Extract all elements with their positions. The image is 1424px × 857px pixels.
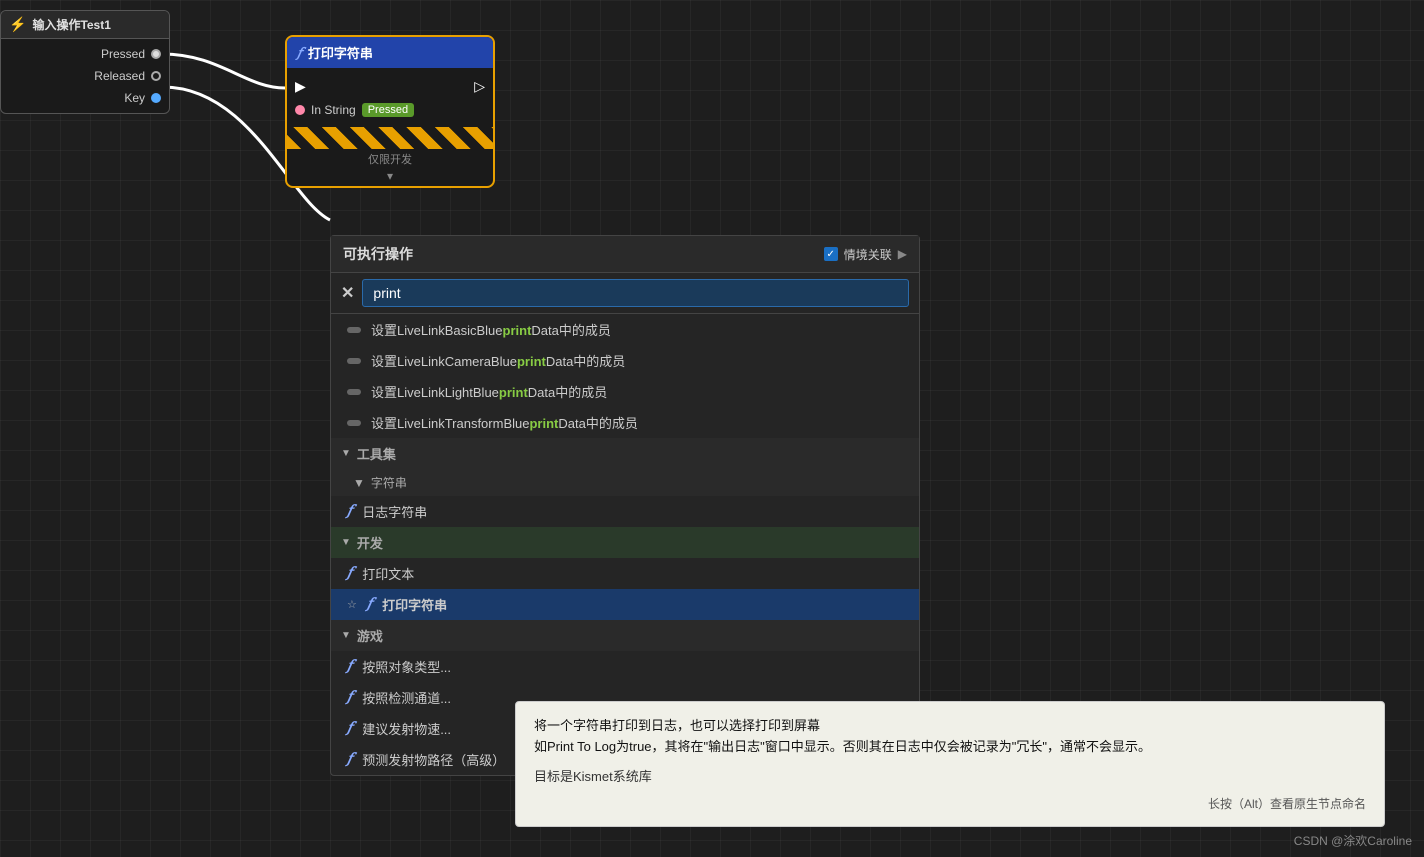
arrow-right-icon: ▶ — [898, 247, 907, 261]
released-pin-dot — [151, 71, 161, 81]
by-object-type-label: 按照对象类型... — [362, 657, 451, 676]
result-dot-icon — [347, 389, 361, 395]
tooltip-hint-text: 长按（Alt）查看原生节点命名 — [1208, 797, 1366, 811]
pressed-label: Pressed — [101, 47, 145, 61]
watermark-text: CSDN @涂欢Caroline — [1294, 834, 1412, 848]
exec-in-arrow: ▶ — [295, 78, 306, 95]
result-livelink-light[interactable]: 设置LiveLinkLightBlueprintData中的成员 — [331, 376, 919, 407]
search-panel-header: 可执行操作 ✓ 情境关联 ▶ — [331, 236, 919, 273]
input-node-body: Pressed Released Key — [1, 39, 169, 113]
in-string-row: In String Pressed — [287, 99, 493, 121]
exec-out-arrow: ▷ — [474, 78, 485, 95]
key-pin-dot — [151, 93, 161, 103]
close-button[interactable]: ✕ — [341, 283, 354, 303]
print-string-node: 𝑓 打印字符串 ▶ ▷ In String Pressed 仅限开发 ▾ — [285, 35, 495, 188]
star-icon: ☆ — [347, 598, 357, 611]
result-log-string[interactable]: 𝑓 日志字符串 — [331, 496, 919, 527]
section-game[interactable]: ▼ 游戏 — [331, 620, 919, 651]
section-dev[interactable]: ▼ 开发 — [331, 527, 919, 558]
print-text-label: 打印文本 — [362, 564, 414, 583]
context-label: 情境关联 — [844, 246, 892, 263]
result-dot-icon — [347, 327, 361, 333]
input-node-title-text: 输入操作Test1 — [32, 16, 110, 33]
tooltip-target-text: 目标是Kismet系统库 — [534, 769, 652, 784]
in-string-label: In String — [311, 103, 356, 117]
section-tools[interactable]: ▼ 工具集 — [331, 438, 919, 469]
result-dot-icon — [347, 358, 361, 364]
warning-stripe — [287, 127, 493, 149]
tooltip-hint: 长按（Alt）查看原生节点命名 — [534, 795, 1366, 812]
print-node-title: 𝑓 打印字符串 — [287, 37, 493, 68]
print-node-body: ▶ ▷ In String Pressed — [287, 68, 493, 127]
search-panel: 可执行操作 ✓ 情境关联 ▶ ✕ 设置LiveLinkBasicBlueprin… — [330, 235, 920, 776]
print-node-title-text: 打印字符串 — [308, 43, 373, 62]
log-string-label: 日志字符串 — [362, 502, 427, 521]
predict-projectile-label: 预测发射物路径（高级） — [362, 750, 505, 769]
section-tools-label: 工具集 — [357, 444, 396, 463]
result-print-string[interactable]: ☆ 𝑓 打印字符串 — [331, 589, 919, 620]
key-label: Key — [124, 91, 145, 105]
chevron-down-icon: ▾ — [287, 169, 493, 186]
warning-label: 仅限开发 — [368, 154, 412, 166]
pressed-badge: Pressed — [362, 103, 414, 117]
print-node-exec-pins: ▶ ▷ — [287, 74, 493, 99]
tooltip-target: 目标是Kismet系统库 — [534, 766, 1366, 785]
suggest-projectile-label: 建议发射物速... — [362, 719, 451, 738]
search-input[interactable] — [362, 279, 909, 307]
triangle-icon: ▼ — [341, 630, 351, 641]
func-icon: 𝑓 — [297, 45, 302, 61]
tooltip-box: 将一个字符串打印到日志，也可以选择打印到屏幕 如Print To Log为tru… — [515, 701, 1385, 827]
result-dot-icon — [347, 420, 361, 426]
exec-in-pin: ▶ — [295, 78, 306, 95]
key-pin: Key — [1, 87, 169, 109]
input-node-title: ⚡ 输入操作Test1 — [1, 11, 169, 39]
lightning-icon: ⚡ — [9, 16, 26, 33]
subsection-string[interactable]: ▼ 字符串 — [331, 469, 919, 496]
tooltip-line2: 如Print To Log为true，其将在"输出日志"窗口中显示。否则其在日志… — [534, 739, 1151, 754]
func-f-icon: 𝑓 — [347, 689, 352, 706]
panel-title: 可执行操作 — [343, 244, 413, 264]
func-f-icon: 𝑓 — [367, 596, 372, 613]
triangle-icon: ▼ — [353, 476, 365, 490]
exec-out-pin: ▷ — [474, 78, 485, 95]
triangle-icon: ▼ — [341, 448, 351, 459]
result-by-object-type[interactable]: 𝑓 按照对象类型... — [331, 651, 919, 682]
func-f-icon: 𝑓 — [347, 503, 352, 520]
input-action-node: ⚡ 输入操作Test1 Pressed Released Key — [0, 10, 170, 114]
pressed-pin: Pressed — [1, 43, 169, 65]
func-f-icon: 𝑓 — [347, 751, 352, 768]
print-string-label: 打印字符串 — [382, 595, 447, 614]
result-print-text[interactable]: 𝑓 打印文本 — [331, 558, 919, 589]
func-f-icon: 𝑓 — [347, 565, 352, 582]
string-dot — [295, 105, 305, 115]
subsection-string-label: 字符串 — [371, 474, 407, 491]
result-livelink-basic[interactable]: 设置LiveLinkBasicBlueprintData中的成员 — [331, 314, 919, 345]
by-channel-label: 按照检测通道... — [362, 688, 451, 707]
released-label: Released — [94, 69, 145, 83]
watermark: CSDN @涂欢Caroline — [1294, 832, 1412, 849]
search-bar: ✕ — [331, 273, 919, 314]
tooltip-main: 将一个字符串打印到日志，也可以选择打印到屏幕 如Print To Log为tru… — [534, 716, 1366, 758]
triangle-icon: ▼ — [341, 537, 351, 548]
func-f-icon: 𝑓 — [347, 658, 352, 675]
section-game-label: 游戏 — [357, 626, 383, 645]
context-checkbox[interactable]: ✓ — [824, 247, 838, 261]
context-toggle[interactable]: ✓ 情境关联 ▶ — [824, 246, 907, 263]
result-livelink-camera[interactable]: 设置LiveLinkCameraBlueprintData中的成员 — [331, 345, 919, 376]
tooltip-line1: 将一个字符串打印到日志，也可以选择打印到屏幕 — [534, 718, 820, 733]
print-node-footer: 仅限开发 — [287, 149, 493, 169]
result-livelink-transform[interactable]: 设置LiveLinkTransformBlueprintData中的成员 — [331, 407, 919, 438]
released-pin: Released — [1, 65, 169, 87]
func-f-icon: 𝑓 — [347, 720, 352, 737]
pressed-pin-dot — [151, 49, 161, 59]
section-dev-label: 开发 — [357, 533, 383, 552]
